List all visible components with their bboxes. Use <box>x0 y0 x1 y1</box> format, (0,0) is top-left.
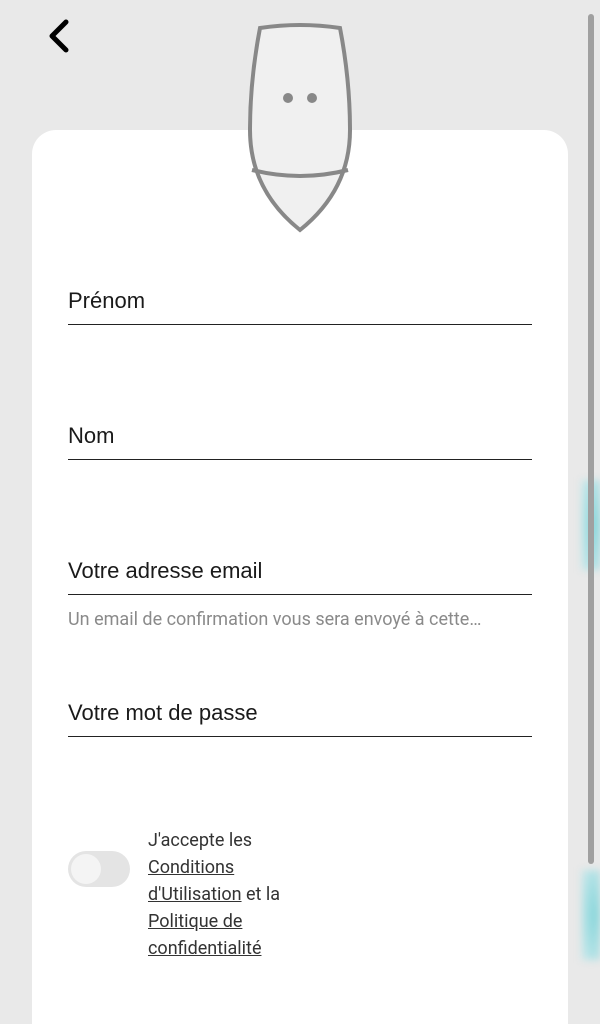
consent-mid: et la <box>242 884 281 905</box>
decorative-blob-2 <box>582 870 600 960</box>
first-name-input[interactable] <box>68 280 532 325</box>
mascot-logo <box>222 20 378 244</box>
consent-text: J'accepte les Conditions d'Utilisation e… <box>148 827 328 962</box>
last-name-field-group <box>68 415 532 460</box>
email-helper-text: Un email de confirmation vous sera envoy… <box>68 609 532 630</box>
toggle-knob <box>71 854 101 884</box>
first-name-field-group <box>68 280 532 325</box>
signup-card: Un email de confirmation vous sera envoy… <box>32 130 568 1024</box>
terms-link[interactable]: Conditions d'Utilisation <box>148 857 242 905</box>
email-field-group: Un email de confirmation vous sera envoy… <box>68 550 532 630</box>
back-button[interactable] <box>48 18 72 58</box>
last-name-input[interactable] <box>68 415 532 460</box>
email-input[interactable] <box>68 550 532 595</box>
privacy-link[interactable]: Politique de confidentialité <box>148 911 261 959</box>
password-input[interactable] <box>68 692 532 737</box>
consent-row: J'accepte les Conditions d'Utilisation e… <box>68 827 532 962</box>
consent-toggle[interactable] <box>68 851 130 887</box>
password-field-group <box>68 692 532 737</box>
scrollbar[interactable] <box>588 14 594 864</box>
chevron-left-icon <box>48 18 72 54</box>
consent-prefix: J'accepte les <box>148 830 252 851</box>
